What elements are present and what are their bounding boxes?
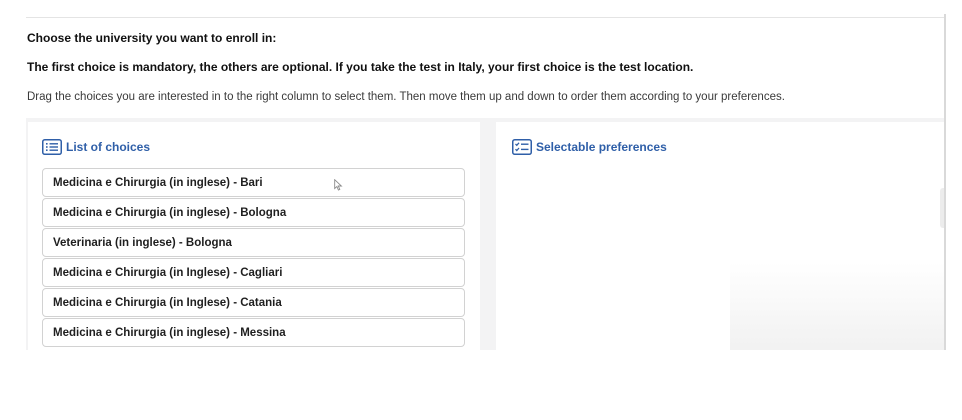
- choice-label: Medicina e Chirurgia (in inglese) - Bari: [53, 176, 263, 189]
- page-heading: Choose the university you want to enroll…: [27, 31, 277, 45]
- list-of-choices-panel: List of choices Medicina e Chirurgia (in…: [28, 122, 480, 350]
- screen-glare: [730, 262, 946, 350]
- list-of-choices-header: List of choices: [42, 139, 150, 155]
- page-viewport: Choose the university you want to enroll…: [0, 0, 946, 350]
- list-of-choices-title: List of choices: [66, 140, 151, 154]
- choice-item[interactable]: Medicina e Chirurgia (in inglese) - Mess…: [42, 318, 465, 347]
- mandatory-note: The first choice is mandatory, the other…: [27, 60, 694, 74]
- choice-label: Veterinaria (in inglese) - Bologna: [53, 236, 232, 249]
- choice-label: Medicina e Chirurgia (in inglese) - Mess…: [53, 326, 286, 339]
- selectable-preferences-header: Selectable preferences: [512, 139, 667, 155]
- selectable-preferences-title: Selectable preferences: [536, 140, 667, 154]
- mouse-pointer-icon: [334, 179, 343, 191]
- choice-label: Medicina e Chirurgia (in Inglese) - Cagl…: [53, 266, 283, 279]
- choice-label: Medicina e Chirurgia (in Inglese) - Cata…: [53, 296, 282, 309]
- window-edge: [944, 14, 946, 350]
- choice-item[interactable]: Medicina e Chirurgia (in Inglese) - Cagl…: [42, 258, 465, 287]
- choice-item[interactable]: Veterinaria (in inglese) - Bologna: [42, 228, 465, 257]
- top-divider: [26, 17, 946, 18]
- choice-label: Medicina e Chirurgia (in inglese) - Bolo…: [53, 206, 287, 219]
- drag-instructions: Drag the choices you are interested in t…: [27, 91, 785, 103]
- choice-item[interactable]: Medicina e Chirurgia (in inglese) - Bolo…: [42, 198, 465, 227]
- choice-item[interactable]: Medicina e Chirurgia (in inglese) - Bari: [42, 168, 465, 197]
- checklist-icon: [512, 139, 532, 155]
- choice-item[interactable]: Medicina e Chirurgia (in Inglese) - Cata…: [42, 288, 465, 317]
- choice-list: Medicina e Chirurgia (in inglese) - Bari…: [42, 168, 465, 348]
- list-icon: [42, 139, 62, 155]
